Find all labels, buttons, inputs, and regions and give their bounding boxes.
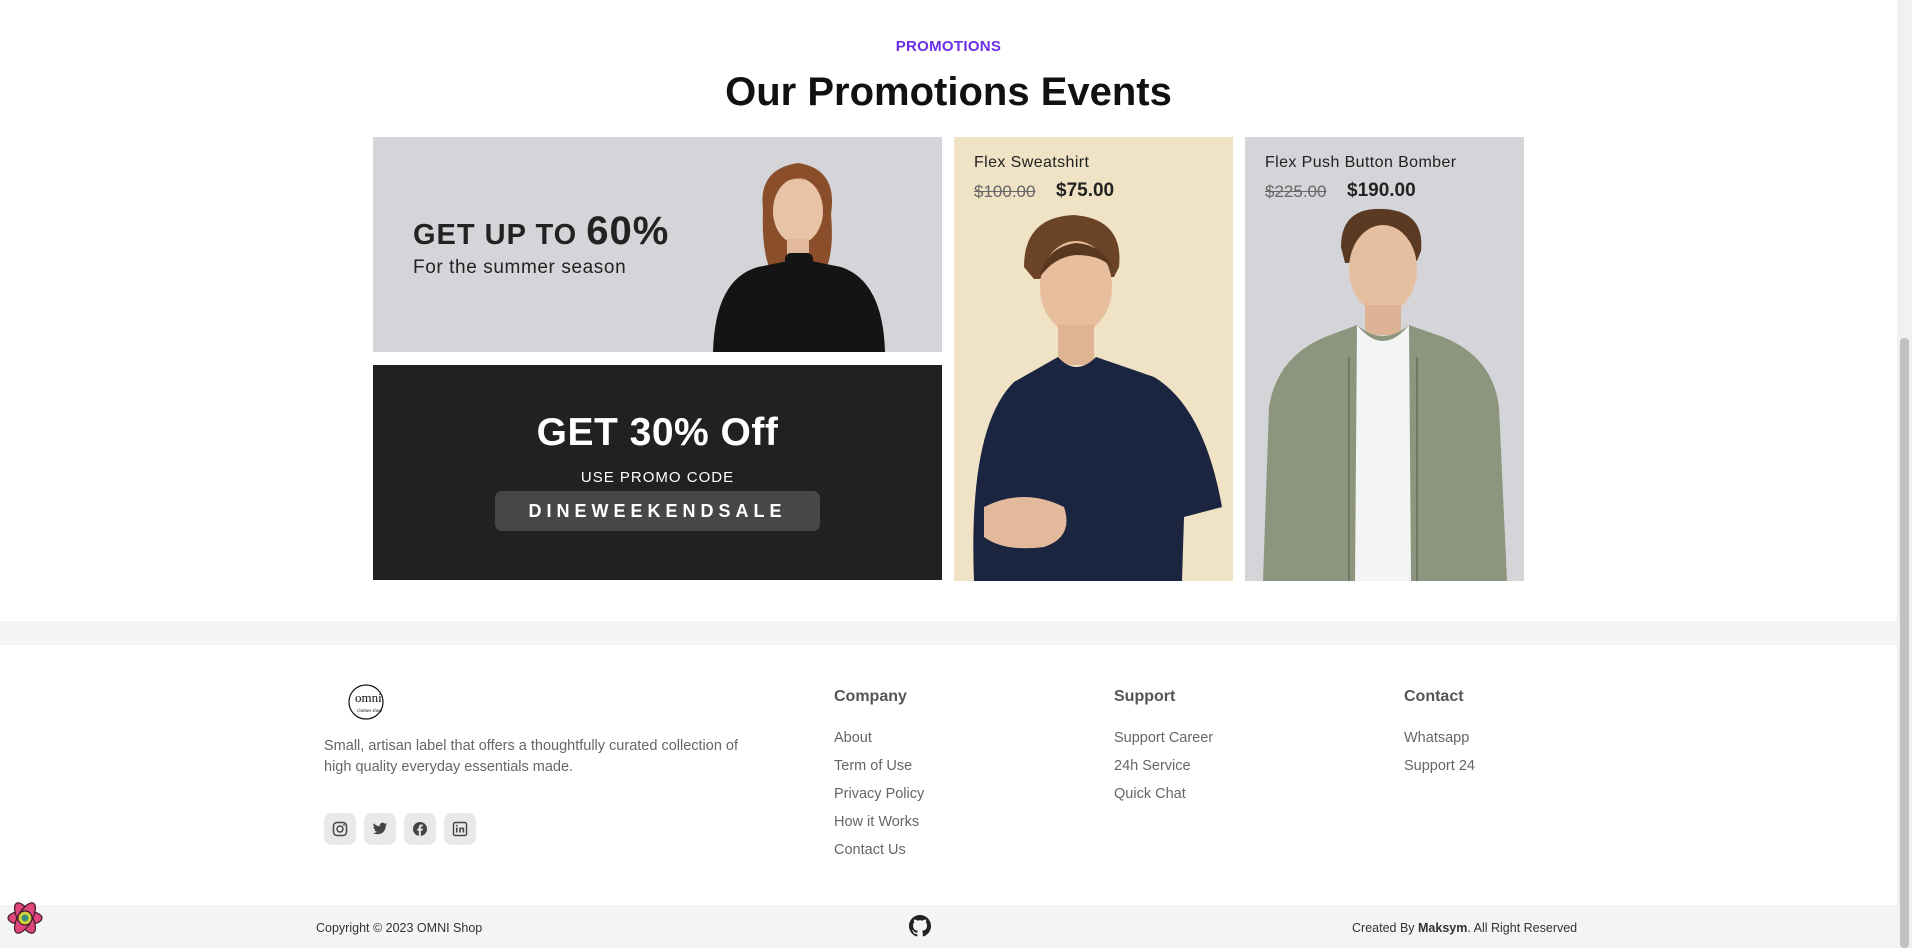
facebook-button[interactable] [404, 813, 436, 845]
section-eyebrow: PROMOTIONS [895, 38, 1002, 55]
man-bomber-image [1263, 208, 1507, 581]
instagram-icon [332, 821, 348, 837]
footer-link-contact-us[interactable]: Contact Us [834, 842, 906, 858]
promo-subtitle: USE PROMO CODE [580, 469, 735, 486]
footer-link-quick-chat[interactable]: Quick Chat [1114, 786, 1186, 802]
product-name: Flex Push Button Bomber [1265, 154, 1457, 171]
credits-suffix: . All Right Reserved [1467, 921, 1578, 935]
product-price: $190.00 [1347, 180, 1416, 201]
scrollbar-thumb[interactable] [1900, 338, 1909, 948]
product-old-price: $100.00 [974, 182, 1036, 201]
summer-sale-headline: GET UP TO 60% [413, 209, 669, 254]
product-price: $75.00 [1056, 180, 1115, 201]
footer-col-title-contact: Contact [1404, 688, 1464, 705]
section-heading: Our Promotions Events [725, 70, 1172, 114]
product-card-bomber[interactable]: Flex Push Button Bomber $225.00 $190.00 [1245, 137, 1524, 581]
summer-sale-subtitle: For the summer season [413, 257, 627, 278]
footer-tagline: Small, artisan label that offers a thoug… [324, 738, 739, 775]
product-card-sweatshirt[interactable]: Flex Sweatshirt $100.00 $75.00 [954, 137, 1233, 581]
footer-link-about[interactable]: About [834, 730, 872, 746]
credits-text: Created By Maksym. All Right Reserved [1352, 921, 1577, 935]
react-devtools-icon[interactable] [4, 897, 46, 939]
footer-link-support-24[interactable]: Support 24 [1404, 758, 1475, 774]
copyright-text: Copyright © 2023 OMNI Shop [316, 921, 483, 935]
promo-code-box[interactable]: DINEWEEKENDSALE [495, 491, 820, 531]
summer-sale-prefix: GET UP TO [413, 219, 587, 251]
footer-link-terms[interactable]: Term of Use [834, 758, 912, 774]
footer-link-24h-service[interactable]: 24h Service [1114, 758, 1191, 774]
github-icon[interactable] [909, 915, 931, 937]
man-tshirt-image [973, 215, 1222, 581]
twitter-button[interactable] [364, 813, 396, 845]
bottom-bar [0, 905, 1897, 948]
footer-col-title-company: Company [834, 688, 907, 705]
woman-model-image [713, 163, 885, 352]
summer-sale-percent: 60% [586, 209, 670, 253]
footer-link-how-it-works[interactable]: How it Works [834, 814, 919, 830]
credits-author[interactable]: Maksym [1418, 921, 1467, 935]
promo-code-card[interactable]: GET 30% Off USE PROMO CODE DINEWEEKENDSA… [373, 365, 942, 580]
product-old-price: $225.00 [1265, 182, 1327, 201]
svg-text:clothes shop: clothes shop [357, 709, 382, 714]
summer-sale-card[interactable]: GET UP TO 60% For the summer season [373, 137, 942, 352]
credits-prefix: Created By [1352, 921, 1419, 935]
linkedin-icon [452, 821, 468, 837]
omni-logo[interactable]: omni clothes shop [345, 684, 391, 720]
footer-link-whatsapp[interactable]: Whatsapp [1404, 730, 1469, 746]
footer-col-title-support: Support [1114, 688, 1176, 705]
footer-link-privacy[interactable]: Privacy Policy [834, 786, 924, 802]
instagram-button[interactable] [324, 813, 356, 845]
product-name: Flex Sweatshirt [974, 154, 1090, 171]
footer-link-support-career[interactable]: Support Career [1114, 730, 1213, 746]
twitter-icon [373, 822, 387, 835]
linkedin-button[interactable] [444, 813, 476, 845]
promo-code: DINEWEEKENDSALE [528, 501, 787, 521]
promo-title: GET 30% Off [536, 411, 779, 454]
facebook-icon [413, 822, 427, 836]
footer-divider-band [0, 621, 1897, 645]
svg-text:omni: omni [355, 690, 382, 705]
